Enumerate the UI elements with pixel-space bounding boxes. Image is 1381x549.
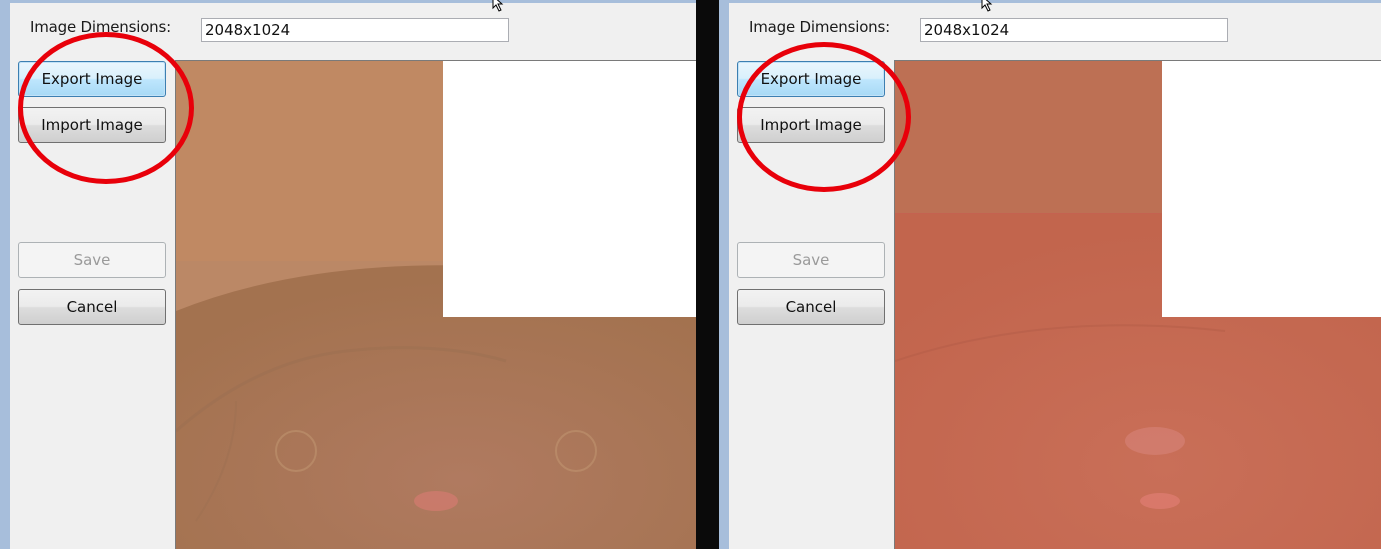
export-image-button[interactable]: Export Image [737,61,885,97]
mouse-cursor-icon [492,0,504,12]
image-dimensions-input[interactable] [201,18,509,42]
image-dimensions-label: Image Dimensions: [30,18,171,36]
image-dimensions-label: Image Dimensions: [749,18,890,36]
import-image-button[interactable]: Import Image [737,107,885,143]
cancel-button[interactable]: Cancel [18,289,166,325]
save-button: Save [737,242,885,278]
save-button: Save [18,242,166,278]
texture-dialog-left: Image Dimensions: Export Image Import Im… [0,0,696,549]
empty-texture-region [1162,61,1381,317]
image-dimensions-input[interactable] [920,18,1228,42]
texture-preview [894,60,1381,549]
cancel-button[interactable]: Cancel [737,289,885,325]
mouse-cursor-icon [981,0,993,12]
export-image-button[interactable]: Export Image [18,61,166,97]
texture-dialog-right: Image Dimensions: Export Image Import Im… [719,0,1381,549]
empty-texture-region [443,61,696,317]
import-image-button[interactable]: Import Image [18,107,166,143]
texture-preview [175,60,696,549]
